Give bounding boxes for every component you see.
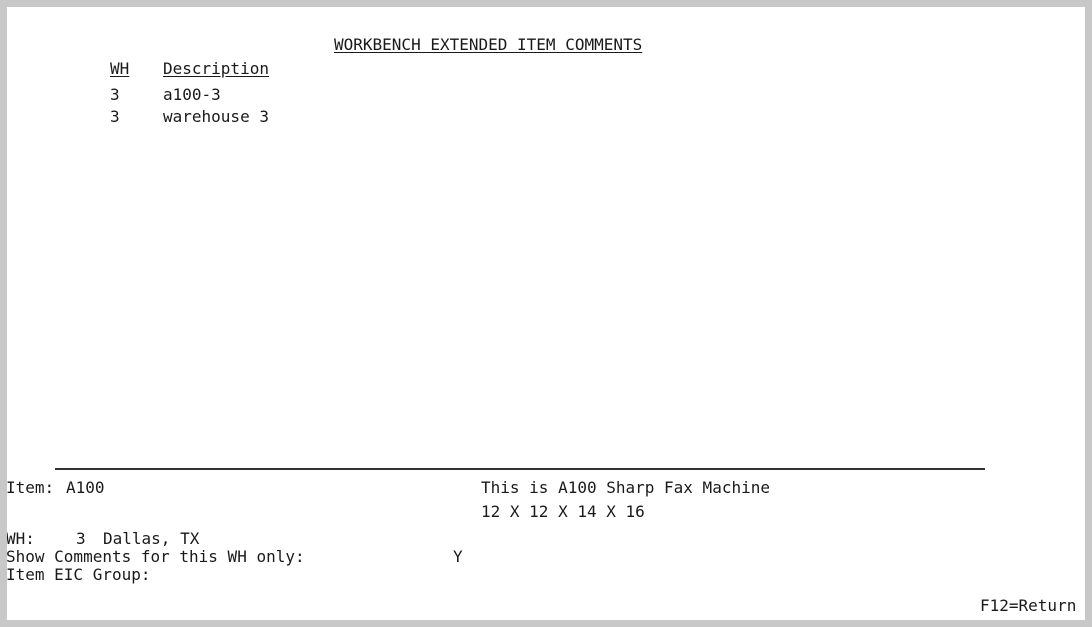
table-row-wh[interactable]: 3 [110, 86, 120, 104]
wh-label: WH: [7, 529, 35, 548]
show-comments-label: Show Comments for this WH only: [7, 547, 305, 566]
f12-return-key[interactable]: F12=Return [980, 597, 1076, 615]
item-value: A100 [66, 478, 105, 497]
eic-group-label: Item EIC Group: [7, 565, 151, 584]
show-comments-field[interactable]: Y [453, 548, 463, 566]
item-description: This is A100 Sharp Fax Machine [481, 478, 770, 497]
item-dimensions: 12 X 12 X 14 X 16 [481, 502, 645, 521]
table-row-description[interactable]: warehouse 3 [163, 108, 269, 126]
wh-value: 3 [76, 529, 86, 548]
divider [55, 468, 985, 470]
table-row-description[interactable]: a100-3 [163, 86, 221, 104]
wh-name: Dallas, TX [103, 529, 200, 548]
page-title: WORKBENCH EXTENDED ITEM COMMENTS [334, 35, 643, 54]
terminal-screen: WORKBENCH EXTENDED ITEM COMMENTS WH Desc… [7, 7, 1085, 620]
item-label: Item: [7, 478, 55, 497]
table-row-wh[interactable]: 3 [110, 108, 120, 126]
column-header-wh: WH [110, 59, 130, 78]
column-header-description: Description [163, 59, 269, 78]
